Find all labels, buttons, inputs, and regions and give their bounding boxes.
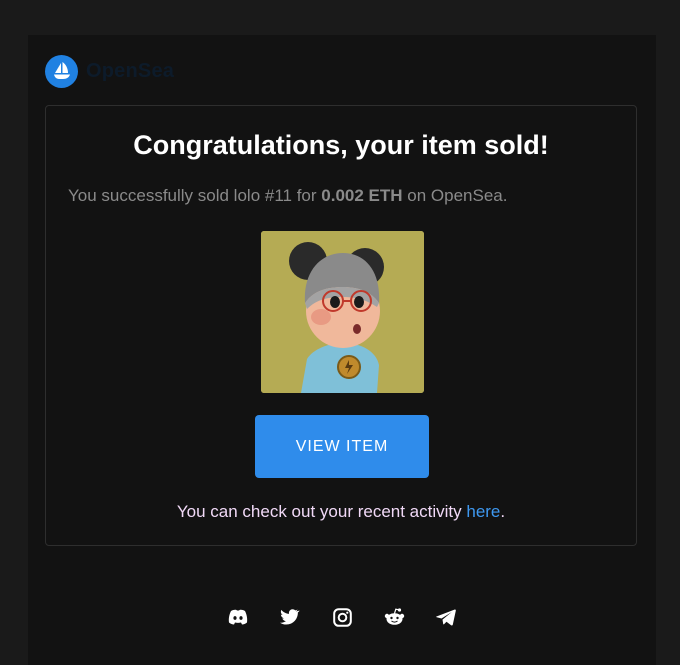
activity-note: You can check out your recent activity h… — [46, 502, 636, 522]
sale-card: Congratulations, your item sold! You suc… — [45, 105, 637, 546]
reddit-icon[interactable] — [382, 605, 406, 629]
brand-logo[interactable]: OpenSea — [45, 54, 174, 88]
instagram-icon[interactable] — [330, 605, 354, 629]
nft-character-image[interactable] — [261, 231, 424, 393]
page-title: Congratulations, your item sold! — [133, 130, 549, 160]
sale-price: 0.002 ETH — [321, 186, 403, 205]
activity-end: . — [500, 502, 506, 521]
twitter-icon[interactable] — [278, 605, 302, 629]
sale-suffix: on OpenSea. — [402, 186, 508, 205]
telegram-icon[interactable] — [434, 605, 458, 629]
activity-text: You can check out your recent activity — [176, 502, 467, 521]
social-links — [28, 605, 656, 629]
view-item-button[interactable]: VIEW ITEM — [255, 415, 429, 478]
brand-name: OpenSea — [86, 59, 175, 82]
sale-prefix: You successfully sold lolo #11 for — [68, 186, 322, 205]
opensea-logo-icon — [45, 54, 78, 88]
email-container: OpenSea Congratulations, your item sold!… — [28, 35, 656, 665]
sale-description: You successfully sold lolo #11 for 0.002… — [68, 186, 507, 206]
discord-icon[interactable] — [226, 605, 250, 629]
activity-here-link[interactable]: here — [466, 502, 500, 521]
